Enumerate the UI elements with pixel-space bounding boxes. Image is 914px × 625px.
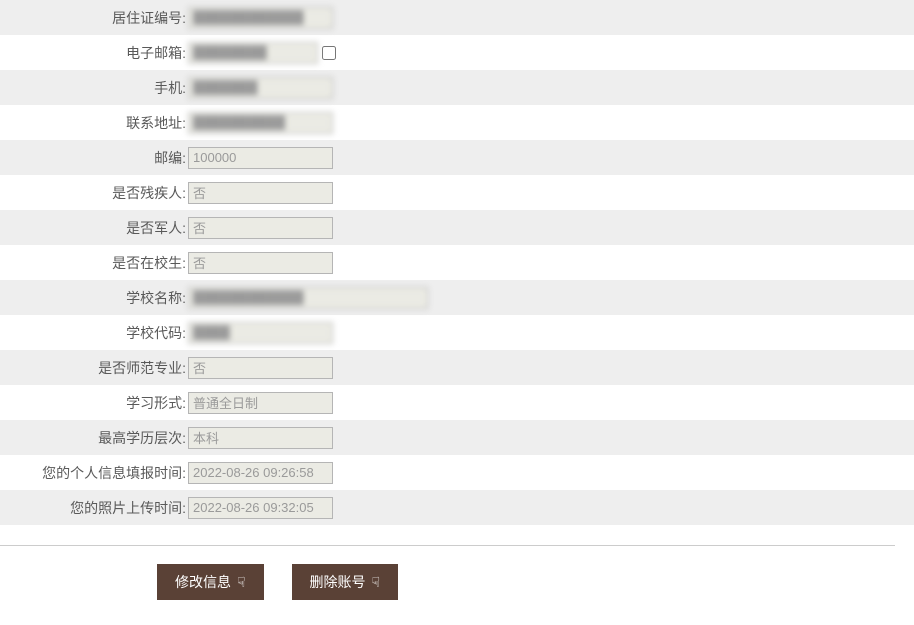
button-row: 修改信息 ☟ 删除账号 ☟ <box>0 564 914 600</box>
form-row-residence-permit: 居住证编号: <box>0 0 914 35</box>
input-postcode[interactable] <box>188 147 333 169</box>
hand-pointer-icon: ☟ <box>372 574 381 591</box>
input-residence-permit[interactable] <box>188 7 333 29</box>
input-disabled[interactable] <box>188 182 333 204</box>
form-row-military: 是否军人: <box>0 210 914 245</box>
form-row-email: 电子邮箱: <box>0 35 914 70</box>
label-photo-time: 您的照片上传时间: <box>0 498 188 518</box>
label-student: 是否在校生: <box>0 253 188 273</box>
form-row-address: 联系地址: <box>0 105 914 140</box>
label-military: 是否军人: <box>0 218 188 238</box>
input-highest-edu[interactable] <box>188 427 333 449</box>
form-row-disabled: 是否残疾人: <box>0 175 914 210</box>
edit-info-button[interactable]: 修改信息 ☟ <box>157 564 264 600</box>
label-study-form: 学习形式: <box>0 393 188 413</box>
form-row-student: 是否在校生: <box>0 245 914 280</box>
hand-pointer-icon: ☟ <box>237 574 246 591</box>
form-row-highest-edu: 最高学历层次: <box>0 420 914 455</box>
input-info-time[interactable] <box>188 462 333 484</box>
input-student[interactable] <box>188 252 333 274</box>
label-disabled: 是否残疾人: <box>0 183 188 203</box>
checkbox-email[interactable] <box>322 46 336 60</box>
form-row-school-name: 学校名称: <box>0 280 914 315</box>
label-highest-edu: 最高学历层次: <box>0 428 188 448</box>
label-school-code: 学校代码: <box>0 323 188 343</box>
form-row-phone: 手机: <box>0 70 914 105</box>
input-school-code[interactable] <box>188 322 333 344</box>
input-phone[interactable] <box>188 77 333 99</box>
label-phone: 手机: <box>0 78 188 98</box>
label-address: 联系地址: <box>0 113 188 133</box>
input-study-form[interactable] <box>188 392 333 414</box>
form-row-photo-time: 您的照片上传时间: <box>0 490 914 525</box>
form-row-postcode: 邮编: <box>0 140 914 175</box>
form-row-normal-major: 是否师范专业: <box>0 350 914 385</box>
personal-info-form: 居住证编号: 电子邮箱: 手机: 联系地址: 邮编: 是否残疾人: 是否军人: … <box>0 0 914 600</box>
delete-account-button[interactable]: 删除账号 ☟ <box>292 564 399 600</box>
label-postcode: 邮编: <box>0 148 188 168</box>
label-school-name: 学校名称: <box>0 288 188 308</box>
edit-button-label: 修改信息 <box>175 572 231 592</box>
label-email: 电子邮箱: <box>0 43 188 63</box>
label-info-time: 您的个人信息填报时间: <box>0 463 188 483</box>
form-row-info-time: 您的个人信息填报时间: <box>0 455 914 490</box>
label-normal-major: 是否师范专业: <box>0 358 188 378</box>
input-photo-time[interactable] <box>188 497 333 519</box>
input-military[interactable] <box>188 217 333 239</box>
label-residence-permit: 居住证编号: <box>0 8 188 28</box>
input-normal-major[interactable] <box>188 357 333 379</box>
form-row-study-form: 学习形式: <box>0 385 914 420</box>
form-row-school-code: 学校代码: <box>0 315 914 350</box>
divider <box>0 545 895 546</box>
delete-button-label: 删除账号 <box>310 572 366 592</box>
input-school-name[interactable] <box>188 287 428 309</box>
input-email[interactable] <box>188 42 318 64</box>
input-address[interactable] <box>188 112 333 134</box>
